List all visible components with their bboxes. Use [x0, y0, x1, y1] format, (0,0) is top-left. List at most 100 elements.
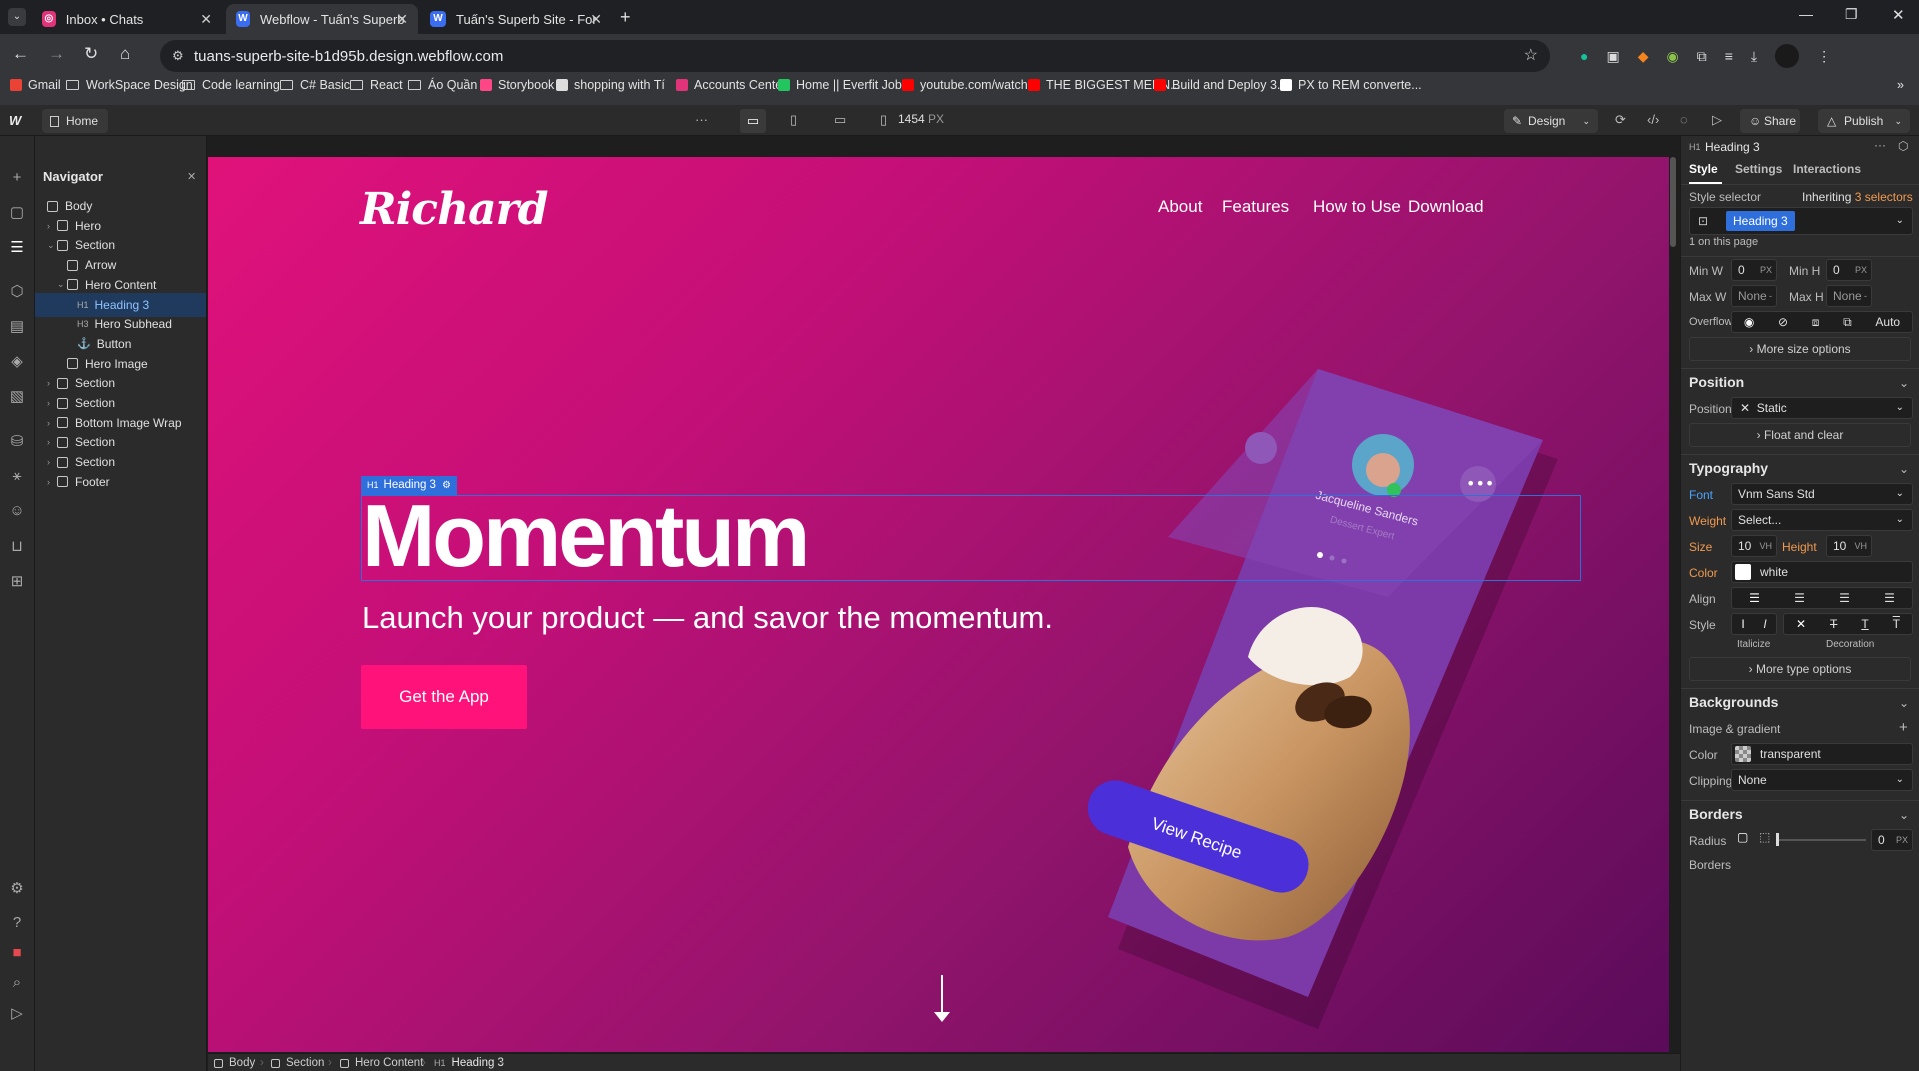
float-clear-button[interactable]: › Float and clear [1689, 423, 1911, 447]
bookmark-item[interactable]: Home || Everfit Job... [778, 78, 912, 92]
close-icon[interactable]: ✕ [396, 11, 408, 28]
menu-icon[interactable]: ⋮ [1817, 48, 1831, 65]
preview-icon[interactable]: ▷ [1712, 112, 1722, 128]
breadcrumb-section[interactable]: Section [271, 1057, 324, 1069]
breadcrumb-hero-content[interactable]: Hero Content [340, 1057, 423, 1069]
chevron-down-icon[interactable]: ⌄ [1899, 376, 1909, 390]
italic-toggle[interactable]: I I [1731, 613, 1777, 635]
underline-icon[interactable]: T [1861, 614, 1868, 634]
bookmark-item[interactable]: Build and Deploy 3... [1154, 78, 1287, 92]
transparent-swatch[interactable] [1735, 746, 1751, 762]
chevron-right-icon[interactable]: › [47, 477, 57, 487]
hero-subhead[interactable]: Launch your product — and savor the mome… [362, 600, 1053, 636]
breadcrumb-heading[interactable]: H1 Heading 3 [434, 1057, 504, 1069]
bookmark-item[interactable]: WorkSpace Design [66, 78, 193, 92]
more-bookmarks-icon[interactable]: » [1897, 78, 1904, 92]
browser-tab-webflow[interactable]: W Webflow - Tuấn's Superb Site ✕ [226, 4, 418, 34]
text-color-input[interactable]: white [1731, 561, 1913, 583]
browser-tab-inbox[interactable]: ◎ Inbox • Chats ✕ [32, 4, 222, 34]
selector-chip[interactable]: Heading 3 [1726, 211, 1795, 231]
page-selector-button[interactable]: Home [42, 109, 109, 133]
color-swatch[interactable] [1735, 564, 1751, 580]
breadcrumb-body[interactable]: Body [214, 1057, 255, 1069]
desktop-breakpoint-icon[interactable]: ▭ [740, 109, 766, 133]
typography-section-title[interactable]: Typography [1689, 460, 1768, 476]
more-size-options-button[interactable]: › More size options [1689, 337, 1911, 361]
tab-search-button[interactable]: ⌄ [8, 8, 26, 26]
position-section-title[interactable]: Position [1689, 374, 1744, 390]
chevron-down-icon[interactable]: ⌄ [1899, 696, 1909, 710]
overflow-visible-icon[interactable]: ◉ [1744, 312, 1754, 332]
bookmark-item[interactable]: Accounts Center [676, 78, 786, 92]
selector-field[interactable]: ⊡ Heading 3 ⌄ [1689, 207, 1913, 235]
code-icon[interactable]: ‹/› [1647, 112, 1659, 127]
nav-link-download[interactable]: Download [1408, 197, 1484, 217]
components-icon[interactable]: ⬡ [8, 282, 26, 300]
chevron-down-icon[interactable]: ⌄ [47, 240, 57, 251]
minimize-icon[interactable]: — [1799, 6, 1813, 22]
more-breakpoints-icon[interactable]: ··· [695, 112, 708, 127]
overflow-clip-icon[interactable]: ⧉ [1843, 312, 1852, 332]
hero-image[interactable]: ••• Jacqueline Sanders Dessert Expert Vi… [1088, 357, 1669, 1052]
record-icon[interactable]: ■ [8, 944, 26, 962]
site-info-icon[interactable]: ⚙ [172, 48, 184, 64]
media-icon[interactable]: ≡ [1725, 48, 1733, 64]
navigator-icon[interactable]: ☰ [8, 238, 26, 256]
radius-input[interactable]: 0 PX [1871, 829, 1913, 851]
variables-icon[interactable]: ▤ [8, 317, 26, 335]
design-canvas[interactable]: Richard About Features How to Use Downlo… [208, 157, 1669, 1052]
users-icon[interactable]: ☺ [8, 502, 26, 520]
mobile-portrait-icon[interactable]: ▯ [880, 112, 887, 128]
nav-link-features[interactable]: Features [1222, 197, 1289, 217]
bookmark-item[interactable]: Áo Quần [408, 78, 477, 92]
nav-link-about[interactable]: About [1158, 197, 1202, 217]
new-tab-icon[interactable]: + [620, 7, 631, 28]
browser-tab-fonts[interactable]: W Tuấn's Superb Site - Fonts - We ✕ [420, 4, 612, 34]
video-icon[interactable]: ▷ [8, 1004, 26, 1022]
tab-interactions[interactable]: Interactions [1793, 162, 1861, 176]
settings-icon[interactable]: ⚙ [8, 879, 26, 897]
profile-avatar[interactable] [1775, 44, 1800, 68]
align-right-icon[interactable]: ☰ [1839, 588, 1850, 608]
share-button[interactable]: ☺ Share [1740, 109, 1800, 133]
tab-style[interactable]: Style [1689, 162, 1718, 176]
bookmark-item[interactable]: youtube.com/watch... [902, 78, 1038, 92]
publish-button[interactable]: △ Publish ⌄ [1818, 109, 1910, 133]
bookmark-item[interactable]: Storybook [480, 78, 554, 92]
home-icon[interactable]: ⌂ [120, 44, 130, 64]
nav-link-how-to-use[interactable]: How to Use [1313, 197, 1401, 217]
clipping-select[interactable]: None ⌄ [1731, 769, 1913, 791]
close-window-icon[interactable]: ✕ [1892, 6, 1905, 24]
radius-all-icon[interactable]: ▢ [1737, 830, 1748, 844]
chevron-right-icon[interactable]: › [47, 378, 57, 388]
radius-individual-icon[interactable]: ⬚ [1759, 830, 1770, 844]
back-icon[interactable]: ← [12, 44, 29, 64]
bookmark-item[interactable]: PX to REM converte... [1280, 78, 1422, 92]
font-size-input[interactable]: 10 VH [1731, 535, 1777, 557]
overflow-scroll-icon[interactable]: ⧈ [1812, 312, 1820, 332]
puzzle-icon[interactable]: ⧉ [1697, 48, 1707, 65]
text-align-group[interactable]: ☰ ☰ ☰ ☰ [1731, 587, 1913, 609]
align-justify-icon[interactable]: ☰ [1884, 588, 1895, 608]
chevron-down-icon[interactable]: ⌄ [1896, 211, 1904, 231]
radius-slider-handle[interactable] [1776, 833, 1779, 846]
bookmark-item[interactable]: shopping with Tí [556, 78, 665, 92]
line-height-input[interactable]: 10 VH [1826, 535, 1872, 557]
hero-heading[interactable]: Momentum [362, 485, 810, 587]
max-height-input[interactable]: None - [1826, 285, 1872, 307]
overflow-auto-label[interactable]: Auto [1875, 312, 1900, 332]
mobile-landscape-icon[interactable]: ▭ [834, 112, 846, 128]
add-icon[interactable]: + [8, 169, 26, 187]
webflow-logo-icon[interactable]: W [9, 113, 21, 128]
cms-icon[interactable]: ⛁ [8, 432, 26, 450]
min-width-input[interactable]: 0 PX [1731, 259, 1777, 281]
bg-color-input[interactable]: transparent [1731, 743, 1913, 765]
assets-icon[interactable]: ▧ [8, 387, 26, 405]
chevron-right-icon[interactable]: › [47, 221, 57, 231]
chevron-down-icon[interactable]: ⌄ [1899, 808, 1909, 822]
collapse-icon[interactable]: ✕ [187, 170, 196, 183]
tablet-breakpoint-icon[interactable]: ▯ [790, 112, 797, 128]
more-type-options-button[interactable]: › More type options [1689, 657, 1911, 681]
component-icon[interactable]: ⬡ [1898, 139, 1908, 153]
borders-section-title[interactable]: Borders [1689, 806, 1743, 822]
